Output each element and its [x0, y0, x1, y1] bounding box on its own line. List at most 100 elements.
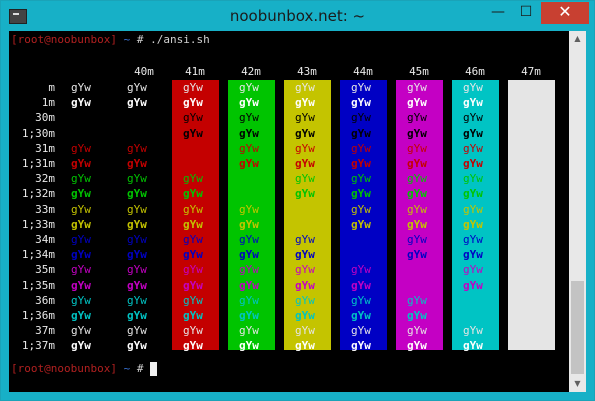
fg-label: 33m	[35, 202, 55, 216]
sample-cell: gYw	[239, 293, 259, 307]
sample-cell: gYw	[295, 187, 315, 201]
sample-cell: gYw	[239, 278, 259, 292]
sample-cell: gYw	[463, 339, 483, 353]
sample-cell: gYw	[407, 309, 427, 322]
sample-cell: gYw	[71, 293, 91, 307]
sample-cell: gYw	[463, 278, 483, 292]
sample-cell: gYw	[127, 278, 147, 292]
sample-cell: gYw	[351, 217, 371, 231]
sample-cell: gYw	[127, 263, 147, 277]
sample-cell: gYw	[239, 339, 259, 353]
sample-cell: gYw	[407, 111, 427, 125]
sample-cell: gYw	[127, 96, 147, 110]
sample-cell: gYw	[71, 96, 91, 110]
bg-header-47m: 47m	[521, 65, 541, 78]
fg-label: 34m	[35, 233, 55, 246]
sample-cell: gYw	[239, 157, 259, 170]
bg-header-45m: 45m	[409, 65, 429, 78]
fg-label: 31m	[35, 141, 55, 155]
sample-cell: gYw	[183, 278, 203, 292]
sample-cell: gYw	[407, 187, 427, 201]
sample-cell: gYw	[407, 293, 427, 307]
sample-cell: gYw	[295, 111, 315, 125]
sample-cell: gYw	[407, 248, 427, 262]
sample-cell: gYw	[407, 172, 427, 186]
sample-cell: gYw	[239, 233, 259, 246]
sample-cell: gYw	[183, 126, 203, 140]
fg-label: 37m	[35, 324, 55, 338]
prompt-hash: #	[136, 33, 151, 46]
fg-label: 30m	[35, 111, 55, 125]
sample-cell: gYw	[351, 278, 371, 292]
sample-cell: gYw	[239, 96, 259, 110]
sample-cell: gYw	[407, 263, 427, 277]
sample-cell: gYw	[407, 157, 427, 170]
sample-cell: gYw	[351, 248, 371, 262]
sample-cell: gYw	[239, 217, 259, 231]
final-prompt-hash: #	[136, 362, 151, 375]
scroll-thumb[interactable]	[571, 281, 584, 374]
sample-cell: gYw	[239, 172, 259, 186]
sample-cell: gYw	[127, 324, 147, 338]
sample-cell: gYw	[183, 96, 203, 110]
sample-cell: gYw	[295, 217, 315, 231]
minimize-button[interactable]: —	[484, 2, 512, 24]
sample-cell: gYw	[407, 233, 427, 246]
sample-cell: gYw	[295, 339, 315, 353]
sample-cell: gYw	[239, 187, 259, 201]
sample-cell: gYw	[463, 111, 483, 125]
sample-cell: gYw	[183, 202, 203, 216]
final-prompt-user: [root@noobunbox	[11, 362, 111, 375]
sample-cell: gYw	[407, 217, 427, 231]
sample-cell: gYw	[71, 187, 91, 201]
terminal-output[interactable]: [root@noobunbox] ~ # ./ansi.sh [root@noo…	[9, 31, 569, 392]
title-bar[interactable]: noobunbox.net: ~ — ☐ ✕	[1, 1, 594, 31]
sample-cell: gYw	[183, 111, 203, 125]
sample-cell: gYw	[239, 263, 259, 277]
scroll-down-arrow-icon[interactable]: ▼	[569, 376, 586, 392]
sample-cell: gYw	[71, 111, 91, 125]
sample-cell: gYw	[71, 324, 91, 338]
sample-cell: gYw	[183, 309, 203, 322]
sample-cell: gYw	[183, 187, 203, 201]
sample-cell: gYw	[71, 217, 91, 231]
sample-cell: gYw	[463, 126, 483, 140]
vertical-scrollbar[interactable]: ▲ ▼	[569, 31, 586, 392]
bg-header-40m: 40m	[134, 65, 154, 78]
sample-cell: gYw	[127, 187, 147, 201]
sample-cell: gYw	[407, 96, 427, 110]
terminal-window: noobunbox.net: ~ — ☐ ✕ [root@noobunbox] …	[0, 0, 595, 401]
sample-cell: gYw	[295, 81, 315, 94]
sample-cell: gYw	[295, 141, 315, 155]
scroll-up-arrow-icon[interactable]: ▲	[569, 31, 586, 47]
sample-cell: gYw	[71, 263, 91, 277]
sample-cell: gYw	[239, 141, 259, 155]
sample-cell: gYw	[351, 126, 371, 140]
sample-cell: gYw	[295, 96, 315, 110]
bg-header-41m: 41m	[185, 65, 205, 78]
active-prompt-line[interactable]: [root@noobunbox] ~ #	[11, 362, 158, 376]
fg-label: 1m	[41, 96, 55, 110]
fg-label: 1;35m	[21, 278, 55, 292]
bg-header-46m: 46m	[465, 65, 485, 78]
sample-cell: gYw	[71, 141, 91, 155]
fg-label: m	[48, 81, 55, 94]
sample-cell: gYw	[127, 126, 147, 140]
sample-cell: gYw	[463, 248, 483, 262]
sample-cell: gYw	[351, 96, 371, 110]
sample-cell: gYw	[295, 324, 315, 338]
command-text: ./ansi.sh	[150, 33, 210, 46]
sample-cell: gYw	[183, 157, 203, 170]
sample-cell: gYw	[71, 126, 91, 140]
sample-cell: gYw	[351, 324, 371, 338]
maximize-button[interactable]: ☐	[512, 2, 540, 24]
sample-cell: gYw	[463, 187, 483, 201]
close-button[interactable]: ✕	[541, 2, 589, 24]
fg-label: 32m	[35, 172, 55, 186]
sample-cell: gYw	[463, 172, 483, 186]
sample-cell: gYw	[127, 339, 147, 353]
sample-cell: gYw	[351, 339, 371, 353]
sample-cell: gYw	[351, 309, 371, 322]
fg-label: 36m	[35, 293, 55, 307]
sample-cell: gYw	[295, 278, 315, 292]
